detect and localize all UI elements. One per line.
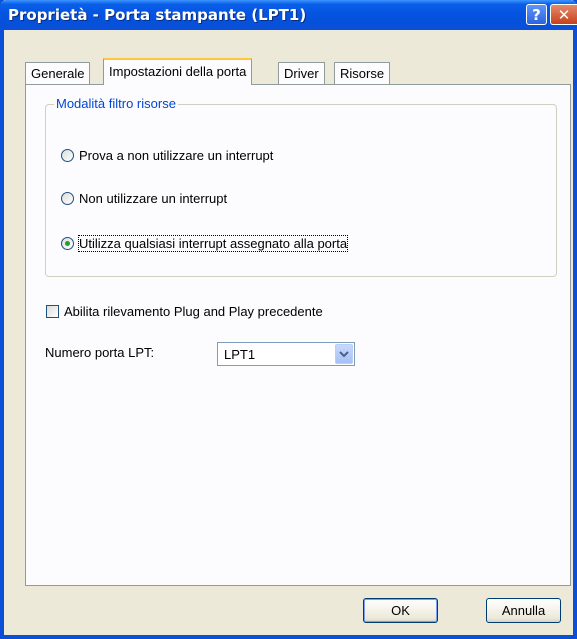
window-title: Proprietà - Porta stampante (LPT1) xyxy=(8,6,307,24)
lpt-selected-value: LPT1 xyxy=(224,347,256,362)
radio-option-try-no-interrupt[interactable]: Prova a non utilizzare un interrupt xyxy=(61,146,273,164)
tab-generale[interactable]: Generale xyxy=(25,62,91,84)
lpt-number-label: Numero porta LPT: xyxy=(45,345,155,360)
radio-label: Non utilizzare un interrupt xyxy=(79,190,228,206)
group-legend: Modalità filtro risorse xyxy=(54,96,178,111)
tab-driver[interactable]: Driver xyxy=(278,62,325,84)
dropdown-button[interactable] xyxy=(335,344,353,364)
lpt-number-select[interactable]: LPT1 xyxy=(217,342,355,366)
tab-risorse[interactable]: Risorse xyxy=(334,62,391,84)
radio-button-selected[interactable] xyxy=(61,236,74,250)
help-button[interactable]: ? xyxy=(526,4,547,25)
pnp-label: Abilita rilevamento Plug and Play preced… xyxy=(64,304,323,319)
tab-label: Driver xyxy=(284,66,319,81)
ok-button[interactable]: OK xyxy=(363,598,438,623)
radio-button[interactable] xyxy=(61,191,74,205)
title-bar[interactable]: Proprietà - Porta stampante (LPT1) ? ✕ xyxy=(0,0,577,30)
tab-label: Risorse xyxy=(340,66,385,81)
pnp-checkbox[interactable] xyxy=(46,305,59,318)
cancel-label: Annulla xyxy=(501,603,546,618)
close-button[interactable]: ✕ xyxy=(550,4,577,25)
pnp-detection-checkbox-row[interactable]: Abilita rilevamento Plug and Play preced… xyxy=(46,304,323,319)
radio-option-any-interrupt[interactable]: Utilizza qualsiasi interrupt assegnato a… xyxy=(61,234,349,252)
tab-label: Generale xyxy=(31,66,85,81)
close-icon: ✕ xyxy=(557,5,571,24)
cancel-button[interactable]: Annulla xyxy=(486,598,561,623)
chevron-down-icon xyxy=(339,350,349,357)
help-icon: ? xyxy=(532,5,541,24)
tab-label: Impostazioni della porta xyxy=(109,64,247,79)
ok-label: OK xyxy=(391,603,410,618)
radio-label: Prova a non utilizzare un interrupt xyxy=(79,147,274,163)
radio-option-no-interrupt[interactable]: Non utilizzare un interrupt xyxy=(61,189,227,207)
radio-button[interactable] xyxy=(61,148,74,162)
radio-label: Utilizza qualsiasi interrupt assegnato a… xyxy=(77,234,349,252)
tab-impostazioni-porta[interactable]: Impostazioni della porta xyxy=(103,58,253,85)
